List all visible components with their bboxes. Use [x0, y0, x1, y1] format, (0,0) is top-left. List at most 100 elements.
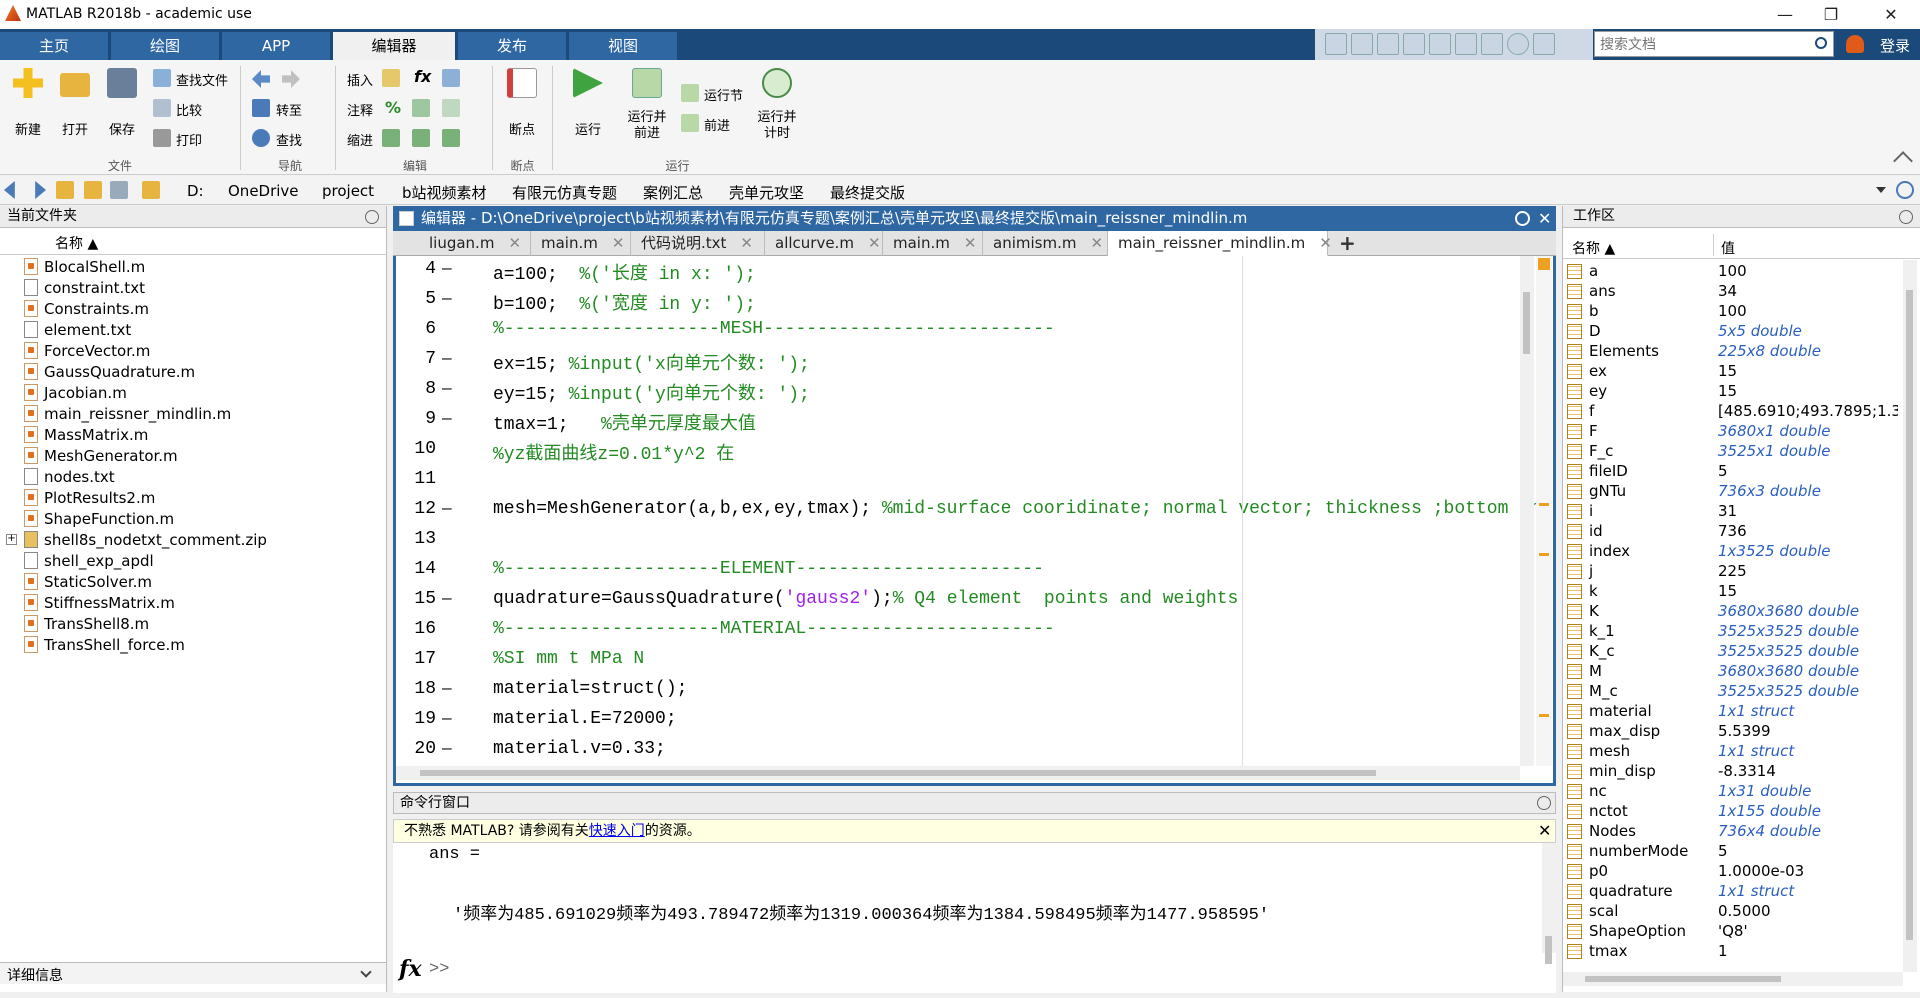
- up-folder-icon[interactable]: [56, 181, 74, 199]
- workspace-variable-row[interactable]: id 736: [1563, 522, 1903, 542]
- line-number[interactable]: 8: [396, 379, 436, 399]
- line-number[interactable]: 19: [396, 709, 436, 729]
- save-file-button[interactable]: 保存: [102, 68, 142, 146]
- file-list-item[interactable]: Jacobian.m: [24, 384, 127, 405]
- code-line[interactable]: material.v=0.33;: [493, 739, 666, 759]
- print-button[interactable]: 打印: [176, 130, 202, 149]
- tab-publish[interactable]: 发布: [458, 32, 566, 60]
- code-line[interactable]: tmax=1; %壳单元厚度最大值: [493, 409, 756, 435]
- workspace-variable-row[interactable]: F 3680x1 double: [1563, 422, 1903, 442]
- line-number[interactable]: 11: [396, 469, 436, 489]
- workspace-variable-row[interactable]: numberMode 5: [1563, 842, 1903, 862]
- workspace-variable-row[interactable]: k_1 3525x3525 double: [1563, 622, 1903, 642]
- workspace-variable-row[interactable]: material 1x1 struct: [1563, 702, 1903, 722]
- line-number[interactable]: 5: [396, 289, 436, 309]
- breadcrumb-7[interactable]: 最终提交版: [830, 182, 905, 203]
- editor-tab[interactable]: main.m ✕: [883, 231, 983, 256]
- workspace-name-header[interactable]: 名称 ▲: [1572, 238, 1615, 258]
- workspace-variable-row[interactable]: index 1x3525 double: [1563, 542, 1903, 562]
- breakpoint-marker[interactable]: —: [442, 740, 452, 758]
- workspace-variable-row[interactable]: ey 15: [1563, 382, 1903, 402]
- workspace-variable-row[interactable]: Elements 225x8 double: [1563, 342, 1903, 362]
- find-files-button[interactable]: 查找文件: [176, 70, 228, 89]
- line-number[interactable]: 20: [396, 739, 436, 759]
- smart-indent-icon[interactable]: [382, 129, 400, 147]
- breakpoint-marker[interactable]: —: [442, 350, 452, 368]
- workspace-variable-row[interactable]: ex 15: [1563, 362, 1903, 382]
- panel-menu-icon[interactable]: [365, 210, 379, 224]
- run-and-advance-button[interactable]: 运行并 前进: [622, 68, 672, 154]
- code-line[interactable]: a=100; %('长度 in x: ');: [493, 259, 756, 285]
- file-list-item[interactable]: StaticSolver.m: [24, 573, 152, 594]
- switch-windows-icon[interactable]: [1481, 33, 1503, 55]
- workspace-variable-row[interactable]: ShapeOption 'Q8': [1563, 922, 1903, 942]
- workspace-variable-row[interactable]: mesh 1x1 struct: [1563, 742, 1903, 762]
- forward-arrow-icon[interactable]: [282, 70, 300, 88]
- workspace-variable-row[interactable]: min_disp -8.3314: [1563, 762, 1903, 782]
- insert-section-icon[interactable]: [382, 69, 400, 87]
- line-number[interactable]: 6: [396, 319, 436, 339]
- workspace-variable-row[interactable]: f [485.6910;493.7895;1.319: [1563, 402, 1903, 422]
- workspace-variable-row[interactable]: K 3680x3680 double: [1563, 602, 1903, 622]
- redo-icon[interactable]: [1455, 33, 1477, 55]
- run-and-time-button[interactable]: 运行并 计时: [752, 68, 802, 154]
- help-icon[interactable]: [1507, 33, 1529, 55]
- workspace-variable-row[interactable]: D 5x5 double: [1563, 322, 1903, 342]
- file-list-item[interactable]: element.txt: [24, 321, 131, 342]
- warning-indicator-icon[interactable]: [1538, 258, 1550, 270]
- breakpoint-marker[interactable]: —: [442, 500, 452, 518]
- browse-folder-icon[interactable]: [84, 181, 102, 199]
- file-list-item[interactable]: + shell8s_nodetxt_comment.zip: [6, 531, 267, 552]
- line-number[interactable]: 13: [396, 529, 436, 549]
- line-number[interactable]: 15: [396, 589, 436, 609]
- warning-marker[interactable]: [1539, 553, 1549, 556]
- scroll-thumb[interactable]: [1523, 292, 1530, 354]
- code-line[interactable]: %--------------------ELEMENT------------…: [493, 559, 1044, 579]
- breakpoints-button[interactable]: 断点: [502, 68, 542, 146]
- file-list-item[interactable]: PlotResults2.m: [24, 489, 155, 510]
- indent-icon[interactable]: [412, 129, 430, 147]
- insert-function-button[interactable]: fx: [414, 67, 431, 86]
- back-icon[interactable]: [4, 181, 15, 199]
- dropdown-icon[interactable]: [1533, 33, 1555, 55]
- collapse-ribbon-icon[interactable]: [1893, 151, 1913, 171]
- code-line[interactable]: %yz截面曲线z=0.01*y^2 在: [493, 439, 734, 465]
- file-list-item[interactable]: ForceVector.m: [24, 342, 150, 363]
- search-docs-input[interactable]: [1594, 31, 1834, 57]
- line-number[interactable]: 16: [396, 619, 436, 639]
- workspace-variable-row[interactable]: K_c 3525x3525 double: [1563, 642, 1903, 662]
- workspace-menu-icon[interactable]: [1899, 210, 1913, 224]
- line-number[interactable]: 7: [396, 349, 436, 369]
- workspace-variable-row[interactable]: nc 1x31 double: [1563, 782, 1903, 802]
- code-line[interactable]: mesh=MeshGenerator(a,b,ex,ey,tmax); %mid…: [493, 499, 1553, 519]
- compare-button[interactable]: 比较: [176, 100, 202, 119]
- code-line[interactable]: %SI mm t MPa N: [493, 649, 644, 669]
- editor-tab-active[interactable]: main_reissner_mindlin.m ✕: [1108, 231, 1332, 256]
- breadcrumb-0[interactable]: D:: [187, 182, 204, 200]
- line-number[interactable]: 18: [396, 679, 436, 699]
- close-button[interactable]: ✕: [1862, 0, 1920, 29]
- expand-icon[interactable]: +: [6, 534, 17, 545]
- file-list-item[interactable]: Constraints.m: [24, 300, 149, 321]
- code-editor[interactable]: 4 — a=100; %('长度 in x: '); 5 — b=100; %('宽度 i…: [393, 256, 1556, 786]
- run-button[interactable]: 运行: [566, 68, 610, 146]
- workspace-variable-row[interactable]: quadrature 1x1 struct: [1563, 882, 1903, 902]
- tab-home[interactable]: 主页: [0, 32, 108, 60]
- editor-tab[interactable]: main.m ✕: [531, 231, 631, 256]
- code-line[interactable]: ey=15; %input('y向单元个数: ');: [493, 379, 810, 405]
- file-list-item[interactable]: TransShell8.m: [24, 615, 149, 636]
- breakpoint-marker[interactable]: —: [442, 380, 452, 398]
- code-line[interactable]: ex=15; %input('x向单元个数: ');: [493, 349, 810, 375]
- code-line[interactable]: %--------------------MESH---------------…: [493, 319, 1055, 339]
- file-list-item[interactable]: MeshGenerator.m: [24, 447, 178, 468]
- workspace-value-header[interactable]: 值: [1721, 238, 1735, 258]
- editor-close-icon[interactable]: ✕: [1538, 206, 1551, 231]
- forward-icon[interactable]: [35, 181, 46, 199]
- file-list-item[interactable]: ShapeFunction.m: [24, 510, 174, 531]
- workspace-variable-row[interactable]: nctot 1x155 double: [1563, 802, 1903, 822]
- editor-tab[interactable]: allcurve.m ✕: [765, 231, 883, 256]
- maximize-button[interactable]: ❐: [1808, 0, 1854, 29]
- code-line[interactable]: quadrature=GaussQuadrature('gauss2');% Q…: [493, 589, 1238, 609]
- breakpoint-marker[interactable]: —: [442, 290, 452, 308]
- wrap-comment-icon[interactable]: [442, 99, 460, 117]
